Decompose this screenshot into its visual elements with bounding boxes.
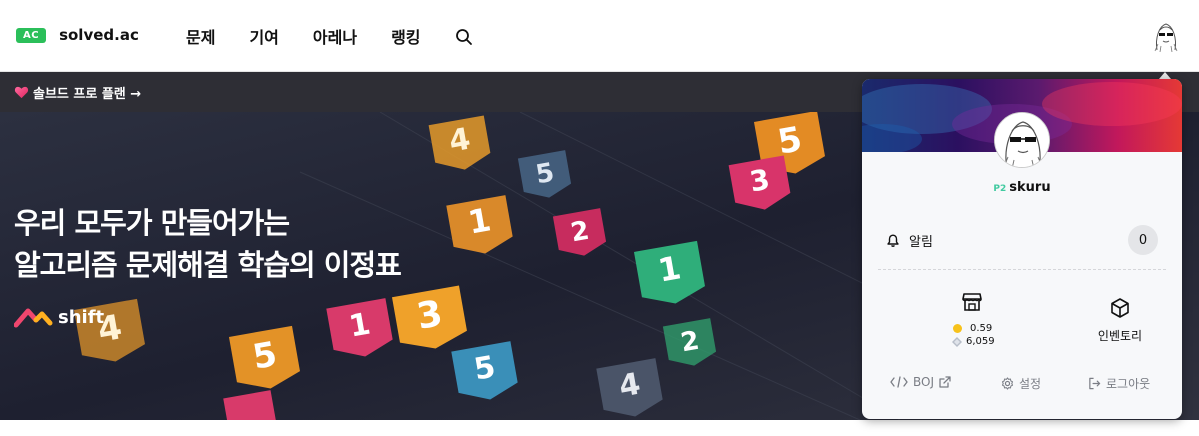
- hero-line-1: 우리 모두가 만들어가는: [14, 206, 290, 240]
- heart-icon: [14, 86, 29, 99]
- top-bar: AC solved.ac 문제 기여 아레나 랭킹: [0, 0, 1199, 72]
- boj-label: BOJ: [913, 375, 935, 389]
- tier-badge: P2: [993, 184, 1007, 194]
- avatar-illustration: [995, 113, 1049, 167]
- stardust-icon: [952, 336, 962, 347]
- logout-icon: [1089, 377, 1101, 390]
- user-avatar-button[interactable]: [1151, 20, 1181, 52]
- profile-dropdown: P2 skuru 알림 0 0.59 6,059 인벤토리 BOJ 설정 로그아…: [862, 79, 1182, 419]
- logo-badge: AC: [16, 27, 47, 43]
- coin-balance-row: 0.59: [952, 322, 995, 335]
- profile-username-row[interactable]: P2 skuru: [862, 180, 1182, 195]
- settings-link[interactable]: 설정: [1001, 375, 1041, 392]
- currency-balance: 0.59 6,059: [952, 322, 995, 348]
- hero-headline: 우리 모두가 만들어가는 알고리즘 문제해결 학습의 이정표: [14, 202, 402, 286]
- shop-button[interactable]: [946, 291, 998, 317]
- notifications-count: 0: [1128, 225, 1158, 255]
- nav-problems[interactable]: 문제: [186, 24, 215, 48]
- code-icon: [890, 376, 908, 388]
- coin-icon: [953, 324, 962, 333]
- search-icon[interactable]: [455, 28, 473, 46]
- external-link-icon: [939, 376, 951, 388]
- stardust-balance: 6,059: [966, 336, 995, 347]
- panel-footer-links: BOJ 설정 로그아웃: [862, 375, 1182, 395]
- settings-label: 설정: [1019, 377, 1042, 391]
- nav-arena[interactable]: 아레나: [313, 24, 357, 48]
- notifications-row[interactable]: 알림 0: [886, 225, 1158, 255]
- logout-link[interactable]: 로그아웃: [1088, 375, 1150, 392]
- logout-label: 로그아웃: [1106, 377, 1151, 391]
- nav-ranking[interactable]: 랭킹: [391, 24, 420, 48]
- hero-line-2: 알고리즘 문제해결 학습의 이정표: [14, 248, 402, 282]
- boj-link[interactable]: BOJ: [890, 375, 956, 389]
- stardust-balance-row: 6,059: [952, 335, 995, 348]
- shop-icon: [962, 293, 982, 311]
- promo-text: 솔브드 프로 플랜 →: [33, 87, 142, 102]
- notifications-label: 알림: [909, 234, 933, 250]
- bell-icon: [887, 234, 899, 247]
- panel-divider: [878, 269, 1166, 270]
- inventory-label: 인벤토리: [1097, 329, 1143, 343]
- shift-logo-text: shift: [58, 306, 105, 328]
- dropdown-caret: [1159, 72, 1171, 79]
- inventory-button[interactable]: 인벤토리: [1088, 297, 1152, 344]
- profile-avatar[interactable]: [994, 112, 1050, 168]
- logo[interactable]: AC solved.ac: [16, 26, 139, 44]
- shift-logo-icon: [14, 308, 53, 328]
- nav-contribute[interactable]: 기여: [249, 24, 278, 48]
- coin-balance: 0.59: [970, 323, 993, 334]
- main-nav: 문제 기여 아레나 랭킹: [186, 24, 473, 48]
- logo-text: solved.ac: [59, 26, 139, 44]
- pro-plan-link[interactable]: 솔브드 프로 플랜 →: [14, 83, 141, 102]
- shift-logo: shift: [14, 305, 104, 329]
- cube-icon: [1111, 298, 1129, 318]
- gear-icon: [1001, 377, 1014, 390]
- username: skuru: [1009, 180, 1051, 195]
- page-bottom: [0, 420, 1199, 436]
